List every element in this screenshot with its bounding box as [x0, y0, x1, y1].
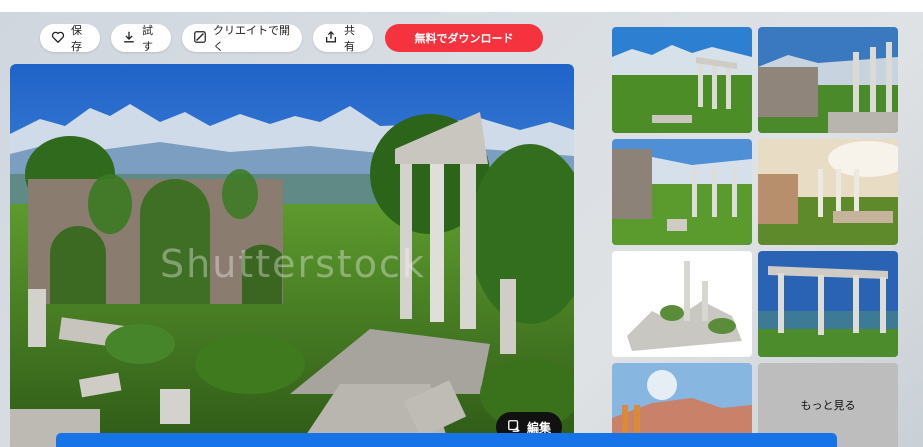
- related-image-4[interactable]: [758, 139, 898, 245]
- top-strip: [0, 0, 923, 12]
- download-label: 無料でダウンロード: [414, 32, 514, 45]
- watermark-text: Shutterstock: [160, 242, 426, 286]
- heart-icon: [51, 30, 65, 47]
- create-label: クリエイトで開く: [213, 24, 290, 53]
- related-image-2[interactable]: [758, 27, 898, 133]
- share-label: 共有: [344, 24, 355, 53]
- share-icon: [324, 30, 338, 47]
- bottom-action-bar[interactable]: [56, 433, 837, 447]
- try-button[interactable]: 試す: [111, 24, 171, 53]
- try-label: 試す: [142, 24, 153, 53]
- main-image[interactable]: Shutterstock: [10, 64, 574, 447]
- see-more-label: もっと見る: [800, 399, 856, 412]
- related-image-1[interactable]: [612, 27, 752, 133]
- download-arrow-icon: [122, 30, 136, 47]
- related-image-6[interactable]: [758, 251, 898, 357]
- save-label: 保存: [71, 24, 82, 53]
- related-image-5[interactable]: [612, 251, 752, 357]
- share-button[interactable]: 共有: [313, 24, 373, 53]
- open-in-create-button[interactable]: クリエイトで開く: [182, 24, 302, 53]
- related-image-3[interactable]: [612, 139, 752, 245]
- save-button[interactable]: 保存: [40, 24, 100, 53]
- free-download-button[interactable]: 無料でダウンロード: [385, 24, 543, 52]
- create-edit-icon: [193, 30, 207, 47]
